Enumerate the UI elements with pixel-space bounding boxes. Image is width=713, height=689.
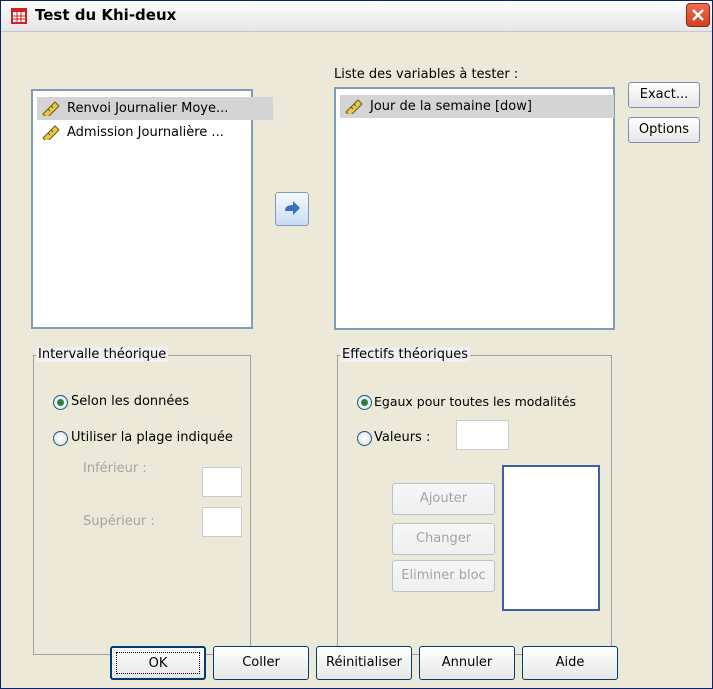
- remove-bloc-button-label: Eliminer bloc: [401, 568, 486, 583]
- lower-bound-label: Inférieur :: [83, 461, 147, 476]
- radio-valeurs[interactable]: [357, 431, 372, 446]
- change-button[interactable]: Changer: [392, 523, 495, 555]
- list-item-label: Jour de la semaine [dow]: [370, 99, 532, 114]
- close-button[interactable]: [686, 3, 710, 27]
- list-item[interactable]: Admission Journalière ...: [37, 121, 273, 144]
- exact-button[interactable]: Exact...: [628, 82, 700, 108]
- range-group-title: Intervalle théorique: [36, 347, 169, 362]
- help-button-label: Aide: [555, 655, 585, 670]
- window-title: Test du Khi-deux: [35, 6, 177, 24]
- scale-ruler-icon: [345, 99, 363, 114]
- chi-square-dialog: Test du Khi-deux Renvoi Journalier Moye.…: [0, 0, 713, 689]
- test-variable-list[interactable]: Jour de la semaine [dow]: [334, 87, 615, 330]
- radio-valeurs-label[interactable]: Valeurs :: [374, 430, 430, 445]
- radio-egaux[interactable]: [357, 395, 372, 410]
- exact-button-label: Exact...: [639, 87, 689, 102]
- move-variable-button[interactable]: [275, 192, 309, 226]
- radio-plage-indiquee[interactable]: [53, 431, 68, 446]
- test-variable-list-label: Liste des variables à tester :: [334, 67, 519, 82]
- add-button-label: Ajouter: [419, 491, 468, 506]
- scale-ruler-icon: [42, 101, 60, 116]
- list-item[interactable]: Jour de la semaine [dow]: [340, 95, 614, 118]
- help-button[interactable]: Aide: [522, 646, 618, 680]
- reset-button[interactable]: Réinitialiser: [316, 646, 412, 680]
- radio-plage-indiquee-label[interactable]: Utiliser la plage indiquée: [71, 430, 233, 445]
- remove-bloc-button[interactable]: Eliminer bloc: [392, 560, 495, 592]
- focus-rectangle: [116, 652, 200, 674]
- options-button-label: Options: [638, 122, 690, 137]
- options-button[interactable]: Options: [628, 117, 700, 143]
- paste-button-label: Coller: [242, 655, 280, 670]
- source-variable-list[interactable]: Renvoi Journalier Moye... Admission Jour…: [31, 89, 273, 329]
- radio-selon-donnees-label[interactable]: Selon les données: [71, 394, 189, 409]
- lower-bound-input[interactable]: [202, 467, 242, 497]
- paste-button[interactable]: Coller: [213, 646, 309, 680]
- radio-egaux-label[interactable]: Egaux pour toutes les modalités: [374, 394, 576, 409]
- reset-button-label: Réinitialiser: [326, 655, 402, 670]
- spreadsheet-icon: [11, 8, 27, 24]
- cancel-button[interactable]: Annuler: [419, 646, 515, 680]
- radio-selon-donnees[interactable]: [53, 395, 68, 410]
- change-button-label: Changer: [415, 531, 472, 546]
- title-bar[interactable]: Test du Khi-deux: [1, 1, 712, 32]
- values-input[interactable]: [456, 420, 509, 450]
- expected-group-title: Effectifs théoriques: [340, 347, 471, 362]
- upper-bound-input[interactable]: [202, 507, 242, 537]
- list-item-label: Admission Journalière ...: [67, 125, 224, 140]
- arrow-right-icon: [285, 201, 300, 215]
- cancel-button-label: Annuler: [441, 655, 493, 670]
- scale-ruler-icon: [42, 125, 60, 140]
- close-icon: [692, 9, 704, 21]
- list-item[interactable]: Renvoi Journalier Moye...: [37, 97, 273, 120]
- upper-bound-label: Supérieur :: [83, 514, 155, 529]
- values-list[interactable]: [502, 465, 600, 611]
- add-button[interactable]: Ajouter: [392, 483, 495, 515]
- ok-button[interactable]: OK: [110, 646, 206, 680]
- list-item-label: Renvoi Journalier Moye...: [67, 101, 229, 116]
